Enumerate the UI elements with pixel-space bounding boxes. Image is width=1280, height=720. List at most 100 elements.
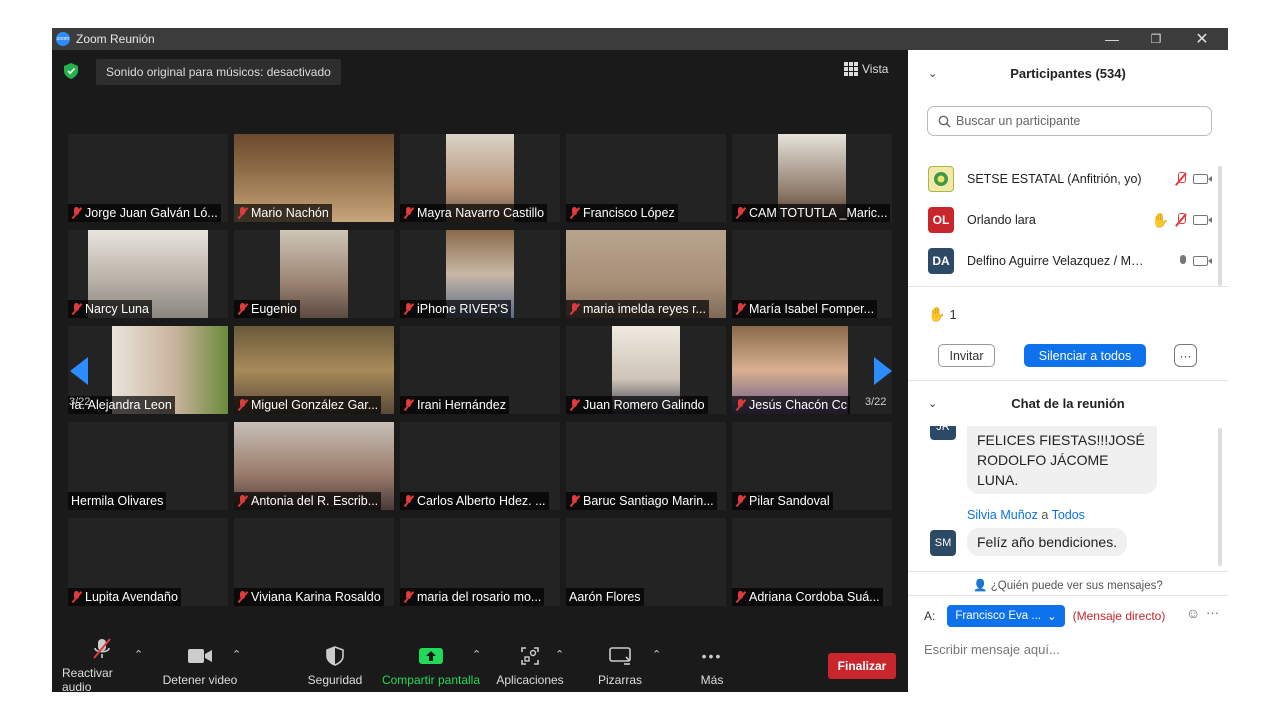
participant-tile[interactable]: Adriana Cordoba Suá... (732, 518, 892, 606)
close-button[interactable]: ✕ (1182, 28, 1222, 50)
security-shield-icon[interactable] (64, 63, 78, 79)
participant-name: Eugenio (251, 302, 297, 316)
apps-options-caret-icon[interactable]: ⌃ (555, 648, 564, 661)
participant-tile[interactable]: Carlos Alberto Hdez. ... (400, 422, 560, 510)
avatar: DA (928, 248, 954, 274)
muted-microphone-icon[interactable] (1175, 213, 1187, 227)
who-can-see-label: ¿Quién puede ver sus mensajes? (990, 580, 1163, 592)
unmute-audio-label: Reactivar audio (62, 666, 113, 694)
participant-search-input[interactable]: Buscar un participante (927, 106, 1212, 136)
participant-tile[interactable]: Pilar Sandoval (732, 422, 892, 510)
participant-row-delfino[interactable]: DA Delfino Aguirre Velazquez / Ma... (928, 246, 1212, 276)
collapse-chat-chevron-icon[interactable]: ⌄ (928, 397, 937, 410)
whiteboards-label: Pizarras (597, 673, 642, 687)
raised-hands-count: ✋ 1 (928, 306, 957, 323)
unmute-audio-button[interactable]: Reactivar audio (62, 638, 142, 694)
next-page-arrow-icon[interactable] (874, 357, 892, 385)
participants-scrollbar[interactable] (1218, 166, 1222, 286)
whiteboards-options-caret-icon[interactable]: ⌃ (652, 648, 661, 661)
audio-options-caret-icon[interactable]: ⌃ (134, 648, 143, 661)
chat-more-icon[interactable]: ··· (1206, 605, 1219, 620)
mute-all-button[interactable]: Silenciar a todos (1024, 344, 1146, 367)
participant-tile[interactable]: maria imelda reyes r... (566, 230, 726, 318)
share-screen-icon (418, 645, 444, 667)
participant-name-label: Antonia del R. Escrib... (234, 492, 382, 510)
participant-tile[interactable]: Hermila Olivares (68, 422, 228, 510)
end-meeting-button[interactable]: Finalizar (828, 653, 896, 679)
view-button[interactable]: Vista (844, 62, 888, 76)
muted-microphone-icon (403, 207, 414, 219)
right-sidebar: ⌄ Participantes (534) Buscar un particip… (908, 50, 1228, 692)
participants-more-button[interactable]: ··· (1174, 344, 1197, 367)
participant-name: Pilar Sandoval (749, 494, 830, 508)
stop-video-button[interactable]: Detener video (160, 640, 240, 692)
participant-name: maria del rosario mo... (417, 590, 542, 604)
emoji-icon[interactable]: ☺ (1186, 605, 1200, 621)
participant-name-label: Irani Hernández (400, 396, 509, 414)
collapse-participants-chevron-icon[interactable]: ⌄ (928, 67, 937, 80)
muted-microphone-icon (735, 207, 746, 219)
participant-tile[interactable]: CAM TOTUTLA _Maric... (732, 134, 892, 222)
previous-page-arrow-icon[interactable] (70, 357, 88, 385)
security-button[interactable]: Seguridad (298, 640, 372, 692)
participant-tile[interactable]: Baruc Santiago Marin... (566, 422, 726, 510)
participant-tile[interactable]: María Isabel Fomper... (732, 230, 892, 318)
chat-sender-name[interactable]: Silvia Muñoz (967, 508, 1038, 522)
video-options-caret-icon[interactable]: ⌃ (232, 648, 241, 661)
participant-tile[interactable]: ía. Alejandra Leon (68, 326, 228, 414)
participant-name: Orlando lara (967, 213, 1036, 227)
participant-tile[interactable]: Lupita Avendaño (68, 518, 228, 606)
participant-tile[interactable]: Mayra Navarro Castillo (400, 134, 560, 222)
participant-name: Antonia del R. Escrib... (251, 494, 379, 508)
stop-video-label: Detener video (162, 673, 238, 687)
participant-row-orlando[interactable]: OL Orlando lara ✋ (928, 205, 1212, 235)
participant-tile[interactable]: Irani Hernández (400, 326, 560, 414)
view-label: Vista (862, 62, 889, 76)
participant-tile[interactable]: Narcy Luna (68, 230, 228, 318)
share-options-caret-icon[interactable]: ⌃ (472, 648, 481, 661)
invite-button[interactable]: Invitar (938, 344, 995, 367)
participant-tile[interactable]: Aarón Flores (566, 518, 726, 606)
whiteboards-button[interactable]: Pizarras (588, 640, 652, 692)
participant-tile[interactable]: Jorge Juan Galván Ló... (68, 134, 228, 222)
chat-scrollbar[interactable] (1218, 428, 1222, 566)
video-camera-icon (187, 645, 213, 667)
participant-name: Juan Romero Galindo (583, 398, 705, 412)
video-off-icon[interactable] (1193, 174, 1212, 184)
participant-tile[interactable]: Francisco López (566, 134, 726, 222)
muted-microphone-icon[interactable] (1175, 172, 1187, 186)
microphone-icon[interactable] (1179, 254, 1187, 268)
participant-tile[interactable]: Viviana Karina Rosaldo (234, 518, 394, 606)
who-can-see-messages-link[interactable]: 👤 ¿Quién puede ver sus mensajes? (908, 578, 1228, 592)
participant-tile[interactable]: Antonia del R. Escrib... (234, 422, 394, 510)
chat-sender-line: Silvia Muñoz a Todos (967, 508, 1085, 522)
participant-tile[interactable]: maria del rosario mo... (400, 518, 560, 606)
muted-microphone-icon (735, 303, 746, 315)
muted-microphone-icon (71, 303, 82, 315)
more-button[interactable]: ••• Más (688, 640, 736, 692)
apps-label: Aplicaciones (496, 673, 564, 687)
participant-row-host[interactable]: SETSE ESTATAL (Anfitrión, yo) (928, 164, 1212, 194)
video-off-icon[interactable] (1193, 215, 1212, 225)
participant-tile[interactable]: iPhone RIVER'S (400, 230, 560, 318)
participant-tile[interactable]: Eugenio (234, 230, 394, 318)
participant-tile[interactable]: Juan Romero Galindo (566, 326, 726, 414)
muted-microphone-icon (237, 591, 248, 603)
participant-name: Mayra Navarro Castillo (417, 206, 545, 220)
participant-name: Aarón Flores (569, 590, 641, 604)
original-sound-badge[interactable]: Sonido original para músicos: desactivad… (96, 59, 341, 85)
share-screen-button[interactable]: Compartir pantalla (378, 640, 484, 692)
minimize-button[interactable]: — (1092, 28, 1132, 50)
chat-header: ⌄ Chat de la reunión (908, 382, 1228, 424)
video-off-icon[interactable] (1193, 256, 1212, 266)
grid-view-icon (844, 62, 858, 76)
maximize-button[interactable]: ❐ (1136, 28, 1176, 50)
participant-tile[interactable]: Miguel González Gar... (234, 326, 394, 414)
participant-tile[interactable]: Mario Nachón (234, 134, 394, 222)
meeting-toolbar: Reactivar audio ⌃ Detener video ⌃ Seguri… (52, 638, 908, 694)
muted-microphone-icon (237, 207, 248, 219)
participant-name-label: Jesús Chacón Cc (732, 396, 850, 414)
recipient-dropdown[interactable]: Francisco Eva ... ⌄ (947, 605, 1065, 627)
participant-name: Miguel González Gar... (251, 398, 379, 412)
chat-message-input[interactable]: Escribir mensaje aquí... (924, 642, 1204, 657)
